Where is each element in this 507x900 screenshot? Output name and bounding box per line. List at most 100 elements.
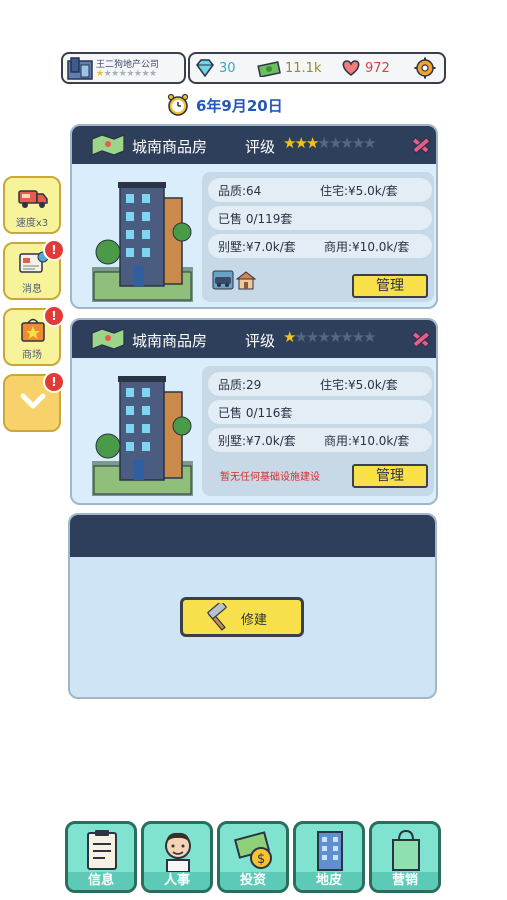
nav-marketing-label: 营销 — [372, 872, 438, 890]
property-rating-stars: ★★★★★★★★ — [283, 328, 377, 346]
expand-button[interactable]: ! — [3, 371, 65, 432]
speed-button[interactable]: 速度x3 — [3, 176, 61, 234]
house-icon — [236, 271, 256, 290]
star-empty-icon: ★ — [351, 328, 366, 346]
land-icon — [317, 831, 343, 871]
star-empty-icon: ★ — [351, 134, 366, 152]
company-panel[interactable]: 王二狗地产公司 ★★★★★★★★ — [61, 52, 186, 84]
quality-value: 品质:64 — [218, 184, 262, 198]
person-icon — [165, 832, 191, 872]
cash-amount: 11.1k — [285, 60, 322, 76]
property-card[interactable]: 城南商品房 评级 ★★★★★★★★ 品质:64 住宅:¥5.0k/套 已售 0/… — [70, 124, 438, 309]
info-row: 已售 0/116套 — [208, 400, 432, 424]
building-image — [92, 182, 193, 302]
nav-land-button[interactable]: 地皮 — [293, 821, 365, 893]
build-label: 修建 — [241, 613, 268, 628]
villa-price: 别墅:¥7.0k/套 — [218, 434, 296, 448]
rating-label: 评级 — [245, 138, 276, 156]
star-empty-icon: ★ — [317, 328, 331, 346]
heart-counter[interactable]: 972 — [340, 54, 390, 82]
message-button[interactable]: 消息 ! — [3, 239, 65, 300]
property-info-panel: 品质:64 住宅:¥5.0k/套 已售 0/119套 别墅:¥7.0k/套 商用… — [202, 172, 434, 302]
alert-badge: ! — [43, 371, 65, 393]
commercial-price: 商用:¥10.0k/套 — [324, 434, 410, 448]
mall-button[interactable]: 商场 ! — [3, 305, 65, 366]
nav-info-label: 信息 — [68, 872, 134, 890]
company-star-rating: ★★★★★★★★ — [96, 69, 157, 79]
speed-label: 速度x3 — [15, 218, 49, 229]
star-empty-icon: ★ — [340, 328, 354, 346]
star-empty-icon: ★ — [363, 328, 377, 346]
commercial-price: 商用:¥10.0k/套 — [324, 240, 410, 254]
map-icon — [91, 328, 125, 350]
property-title: 城南商品房 — [132, 138, 208, 156]
star-filled-icon: ★ — [96, 69, 104, 79]
chevron-down-icon — [20, 393, 46, 409]
nav-land-label: 地皮 — [296, 872, 362, 890]
game-date: 6年9月20日 — [166, 93, 283, 117]
star-empty-icon: ★ — [141, 69, 150, 79]
truck-icon — [18, 190, 48, 208]
money-icon: $ — [234, 831, 272, 869]
alert-badge: ! — [43, 239, 65, 261]
hammer-icon — [207, 603, 227, 631]
cash-icon — [257, 61, 281, 77]
villa-price: 别墅:¥7.0k/套 — [218, 240, 296, 254]
demolish-icon[interactable] — [410, 329, 432, 349]
rating-label: 评级 — [245, 332, 276, 350]
nav-invest-label: 投资 — [220, 872, 286, 890]
manage-button[interactable]: 管理 — [352, 464, 428, 488]
star-empty-icon: ★ — [111, 69, 119, 79]
empty-build-slot: 修建 — [68, 513, 437, 699]
resource-panel: 30 11.1k 972 — [188, 52, 446, 84]
star-empty-icon: ★ — [363, 134, 377, 152]
property-title: 城南商品房 — [132, 332, 208, 350]
svg-text:$: $ — [257, 852, 265, 867]
property-rating-stars: ★★★★★★★★ — [283, 134, 377, 152]
star-empty-icon: ★ — [294, 328, 308, 346]
map-icon — [91, 134, 125, 156]
message-label: 消息 — [22, 284, 42, 295]
star-empty-icon: ★ — [126, 69, 134, 79]
sold-count: 已售 0/116套 — [218, 406, 293, 420]
shopping-bag-icon — [392, 829, 420, 871]
info-row: 别墅:¥7.0k/套 商用:¥10.0k/套 — [208, 428, 432, 452]
nav-personnel-label: 人事 — [144, 872, 210, 890]
nav-marketing-button[interactable]: 营销 — [369, 821, 441, 893]
heart-count: 972 — [365, 60, 390, 76]
slot-header — [70, 515, 435, 557]
star-empty-icon: ★ — [149, 69, 157, 79]
property-card[interactable]: 城南商品房 评级 ★★★★★★★★ 品质:29 住宅:¥5.0k/套 已售 0/… — [70, 318, 438, 505]
cash-counter[interactable]: 11.1k — [256, 54, 321, 82]
heart-icon — [342, 60, 360, 76]
alert-badge: ! — [43, 305, 65, 327]
diamond-icon — [196, 59, 214, 77]
nav-personnel-button[interactable]: 人事 — [141, 821, 213, 893]
clipboard-icon — [87, 830, 117, 870]
build-button[interactable]: 修建 — [180, 597, 304, 637]
nav-invest-button[interactable]: $ 投资 — [217, 821, 289, 893]
star-filled-icon: ★ — [294, 134, 308, 152]
diamond-counter[interactable]: 30 — [194, 54, 236, 82]
star-empty-icon: ★ — [305, 328, 320, 346]
info-row: 已售 0/119套 — [208, 206, 432, 230]
no-facilities-warning: 暂无任何基础设施建设 — [220, 472, 320, 483]
quality-value: 品质:29 — [218, 378, 262, 392]
residential-price: 住宅:¥5.0k/套 — [320, 378, 398, 392]
info-row: 品质:64 住宅:¥5.0k/套 — [208, 178, 432, 202]
star-filled-icon: ★ — [305, 134, 320, 152]
info-row: 品质:29 住宅:¥5.0k/套 — [208, 372, 432, 396]
mall-label: 商场 — [22, 350, 42, 361]
car-icon — [212, 270, 234, 290]
info-row: 别墅:¥7.0k/套 商用:¥10.0k/套 — [208, 234, 432, 258]
manage-button[interactable]: 管理 — [352, 274, 428, 298]
property-info-panel: 品质:29 住宅:¥5.0k/套 已售 0/116套 别墅:¥7.0k/套 商用… — [202, 366, 434, 496]
star-filled-icon: ★ — [283, 328, 297, 346]
alarm-clock-icon — [167, 93, 189, 116]
nav-info-button[interactable]: 信息 — [65, 821, 137, 893]
gear-icon[interactable] — [414, 57, 436, 79]
star-empty-icon: ★ — [328, 134, 343, 152]
star-empty-icon: ★ — [328, 328, 343, 346]
star-empty-icon: ★ — [317, 134, 331, 152]
demolish-icon[interactable] — [410, 135, 432, 155]
